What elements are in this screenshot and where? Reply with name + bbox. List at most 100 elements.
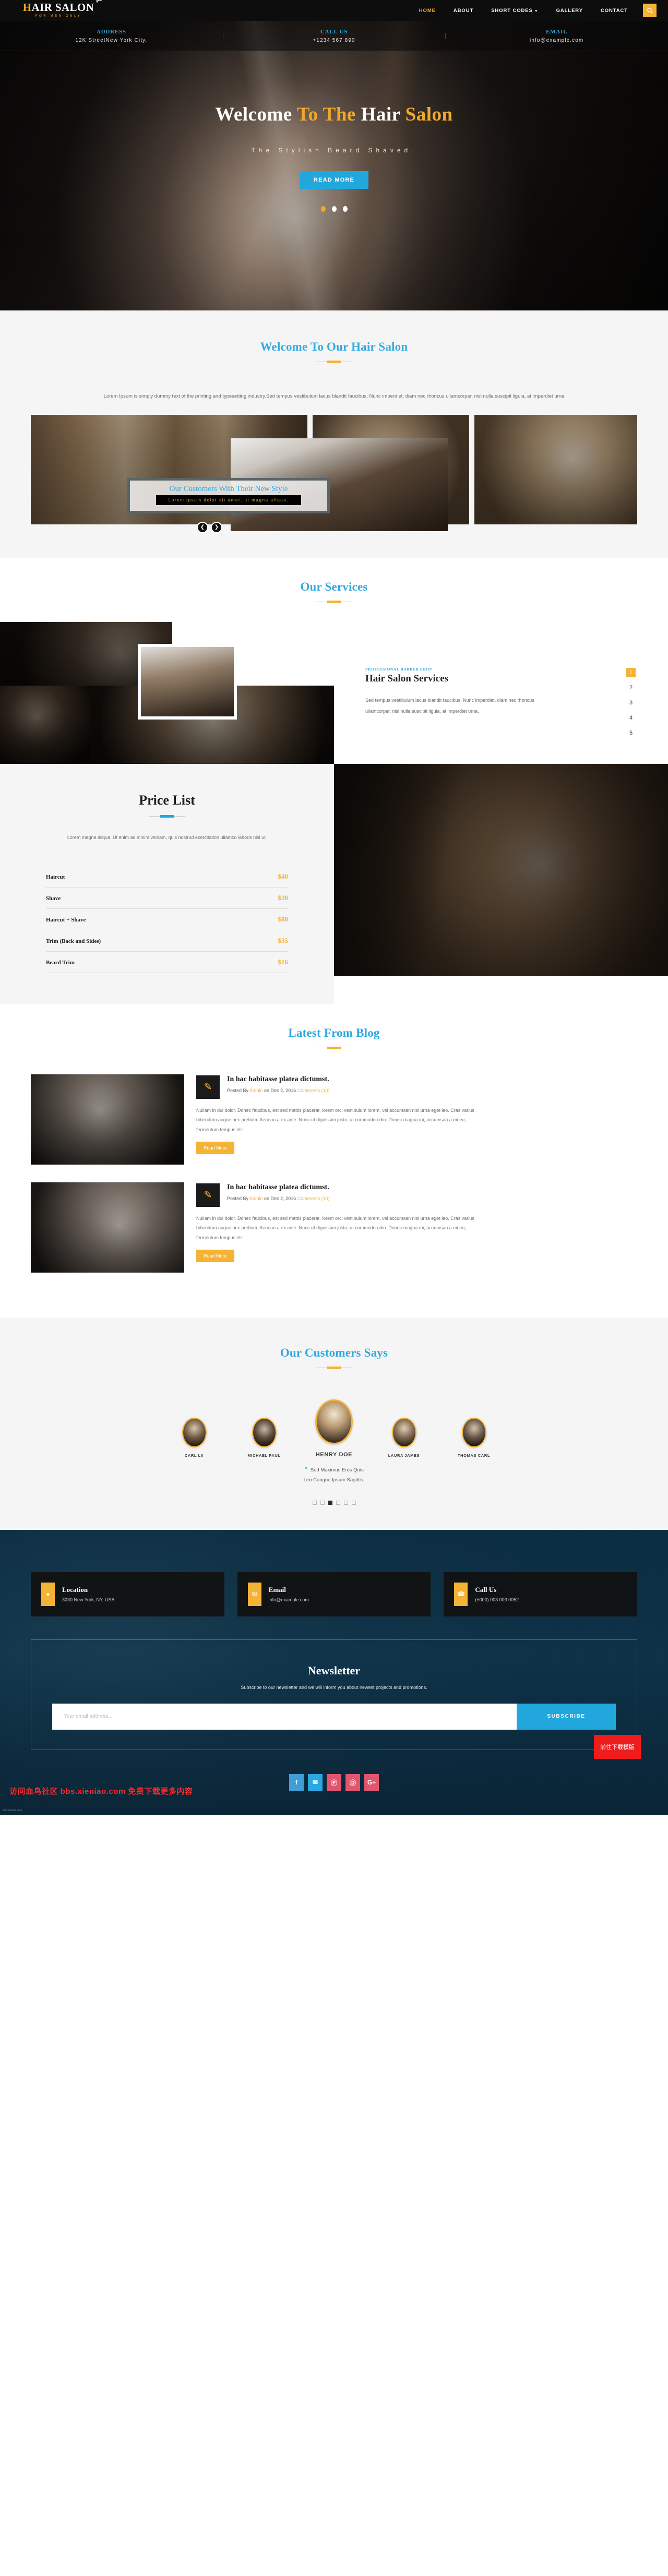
map-pin-icon: ●	[41, 1582, 55, 1606]
testimonial-dot-6[interactable]	[351, 1500, 356, 1505]
contact-address: ADDRESS 12K StreetNew York City.	[0, 29, 223, 43]
watermark-download-button[interactable]: 前往下载模版	[594, 1734, 641, 1759]
avatar	[391, 1417, 416, 1447]
blog-post-title[interactable]: In hac habitasse platea dictumst.	[227, 1183, 330, 1192]
services-page-1[interactable]: 1	[626, 667, 636, 677]
avatar-name: HENRY DOE	[315, 1451, 353, 1458]
blog-posts: ✎ In hac habitasse platea dictumst. Post…	[31, 1074, 637, 1273]
blog-heading: Latest From Blog	[0, 1026, 668, 1048]
testimonial-dot-1[interactable]	[312, 1500, 317, 1505]
blog-read-more-button[interactable]: Read More	[196, 1250, 234, 1263]
nav-item-about[interactable]: ABOUT	[445, 8, 482, 14]
price-value: $30	[278, 893, 289, 902]
contact-info-bar: ADDRESS 12K StreetNew York City. CALL US…	[0, 21, 668, 51]
nav-item-contact[interactable]: CONTACT	[592, 8, 637, 14]
footer-card-value[interactable]: info@example.com	[269, 1597, 309, 1602]
blog-meta-comments[interactable]: Comments (10)	[297, 1196, 330, 1201]
blog-post-title[interactable]: In hac habitasse platea dictumst.	[227, 1075, 330, 1084]
nav-item-home[interactable]: HOME	[410, 8, 445, 14]
footer-card-title: Location	[62, 1586, 88, 1594]
logo-tagline: FOR MEN ONLY	[35, 15, 82, 18]
blog-read-more-button[interactable]: Read More	[196, 1142, 234, 1155]
newsletter-email-input[interactable]	[52, 1703, 517, 1730]
hero-slider-dots	[0, 206, 668, 212]
blog-post-meta: Posted By Admin on Dec 2, 2016 Comments …	[227, 1088, 330, 1093]
blog-post-thumbnail[interactable]	[31, 1074, 184, 1165]
hero-dot-3[interactable]	[342, 206, 348, 212]
services-page-2[interactable]: 2	[626, 683, 636, 692]
blog-post-thumbnail[interactable]	[31, 1182, 184, 1273]
contact-phone: CALL US +1234 567 890	[222, 29, 446, 43]
services-page-4[interactable]: 4	[626, 713, 636, 723]
dribbble-icon[interactable]: Ⓓ	[345, 1774, 360, 1791]
search-button[interactable]	[643, 4, 657, 17]
services-page-3[interactable]: 3	[626, 698, 636, 708]
chevron-right-icon[interactable]: ❯	[211, 521, 222, 533]
testimonials-section: Our Customers Says CARL LII MICHAEL PAUL…	[0, 1317, 668, 1530]
testimonial-quote: “Sed Maximus Eros Quis Leo Congue Ipsum …	[0, 1465, 668, 1483]
testimonial-person[interactable]: THOMAS CARL	[449, 1417, 498, 1458]
footer-card-location: ● Location 3030 New York, NY, USA	[31, 1572, 224, 1616]
gallery-section: Our Customers With Their New Style Lorem…	[0, 402, 668, 558]
facebook-icon[interactable]: f	[289, 1774, 304, 1791]
twitter-icon[interactable]: ✉	[308, 1774, 323, 1791]
chevron-left-icon[interactable]: ❮	[197, 521, 208, 533]
testimonial-dot-4[interactable]	[336, 1500, 340, 1505]
testimonial-person[interactable]: LAURA JAMES	[379, 1417, 428, 1458]
googleplus-icon[interactable]: G+	[364, 1774, 379, 1791]
contact-address-label: ADDRESS	[96, 28, 126, 35]
services-text: PROFESSIONAL BARBER SHOP Hair Salon Serv…	[334, 622, 668, 764]
avatar	[252, 1417, 277, 1447]
services-page-5[interactable]: 5	[626, 728, 636, 738]
hero-title-p1: Welcome	[215, 104, 297, 125]
testimonial-dot-2[interactable]	[320, 1500, 325, 1505]
price-value: $40	[278, 872, 289, 880]
price-row: Shave $30	[46, 888, 288, 909]
newsletter-subscribe-button[interactable]: SUBSCRIBE	[517, 1703, 616, 1730]
avatar-name: MICHAEL PAUL	[247, 1453, 281, 1458]
pencil-icon: ✎	[196, 1075, 220, 1099]
watermark-tiny-text: bbs.xieniao.com	[3, 1808, 22, 1812]
pencil-icon: ✎	[196, 1183, 220, 1207]
gallery-overlay-card: Our Customers With Their New Style Lorem…	[127, 477, 330, 513]
hero-subtitle: The Stylish Beard Shaved.	[251, 147, 417, 154]
testimonial-person[interactable]: MICHAEL PAUL	[240, 1417, 289, 1458]
gallery-arrows: ❮ ❯	[197, 521, 222, 533]
newsletter-section: Newsletter Subscribe to our newsletter a…	[31, 1639, 637, 1750]
blog-meta-author[interactable]: Admin	[249, 1088, 263, 1093]
pinterest-icon[interactable]: Ⓟ	[327, 1774, 341, 1791]
nav-item-gallery[interactable]: GALLERY	[547, 8, 592, 14]
logo-wordmark: HAIR SALON ✂	[23, 0, 103, 14]
testimonial-dot-5[interactable]	[343, 1500, 348, 1505]
nav-item-short-codes[interactable]: SHORT CODES ▼	[482, 8, 547, 14]
gallery-image-3[interactable]	[474, 414, 637, 524]
blog-meta-comments[interactable]: Comments (10)	[297, 1088, 330, 1093]
contact-phone-value: +1234 567 890	[313, 37, 355, 43]
services-images	[0, 621, 334, 764]
price-value: $80	[278, 915, 289, 923]
price-value: $16	[278, 957, 289, 966]
site-logo[interactable]: HAIR SALON ✂ FOR MEN ONLY	[11, 0, 105, 18]
testimonial-person[interactable]: CARL LII	[170, 1417, 219, 1458]
avatar	[315, 1399, 353, 1444]
price-list-title: Price List	[139, 792, 195, 808]
blog-meta-author[interactable]: Admin	[249, 1196, 263, 1201]
contact-email-value: info@example.com	[530, 37, 584, 43]
logo-rest: AIR SALON	[31, 1, 94, 14]
price-row: Haircut $40	[46, 866, 288, 888]
testimonial-person-active[interactable]: HENRY DOE	[309, 1399, 359, 1458]
price-row: Beard Trim $16	[46, 952, 288, 973]
welcome-title: Welcome To Our Hair Salon	[260, 340, 408, 353]
hero-dot-2[interactable]	[331, 206, 337, 212]
hero-read-more-button[interactable]: READ MORE	[299, 171, 369, 189]
testimonial-dot-3[interactable]	[328, 1500, 332, 1505]
testimonial-quote-line2: Leo Congue Ipsum Sagittis.	[303, 1477, 365, 1483]
services-subtitle: Hair Salon Services	[365, 673, 449, 684]
avatar-name: LAURA JAMES	[388, 1453, 420, 1458]
services-image-inset	[138, 643, 237, 720]
hero-dot-1[interactable]	[320, 206, 326, 212]
envelope-icon: ✉	[247, 1582, 261, 1606]
price-name: Haircut + Shave	[46, 916, 86, 923]
blog-post-text: Nullam in dui dolor. Donec faucibus, est…	[196, 1107, 474, 1132]
price-value: $35	[278, 936, 289, 944]
